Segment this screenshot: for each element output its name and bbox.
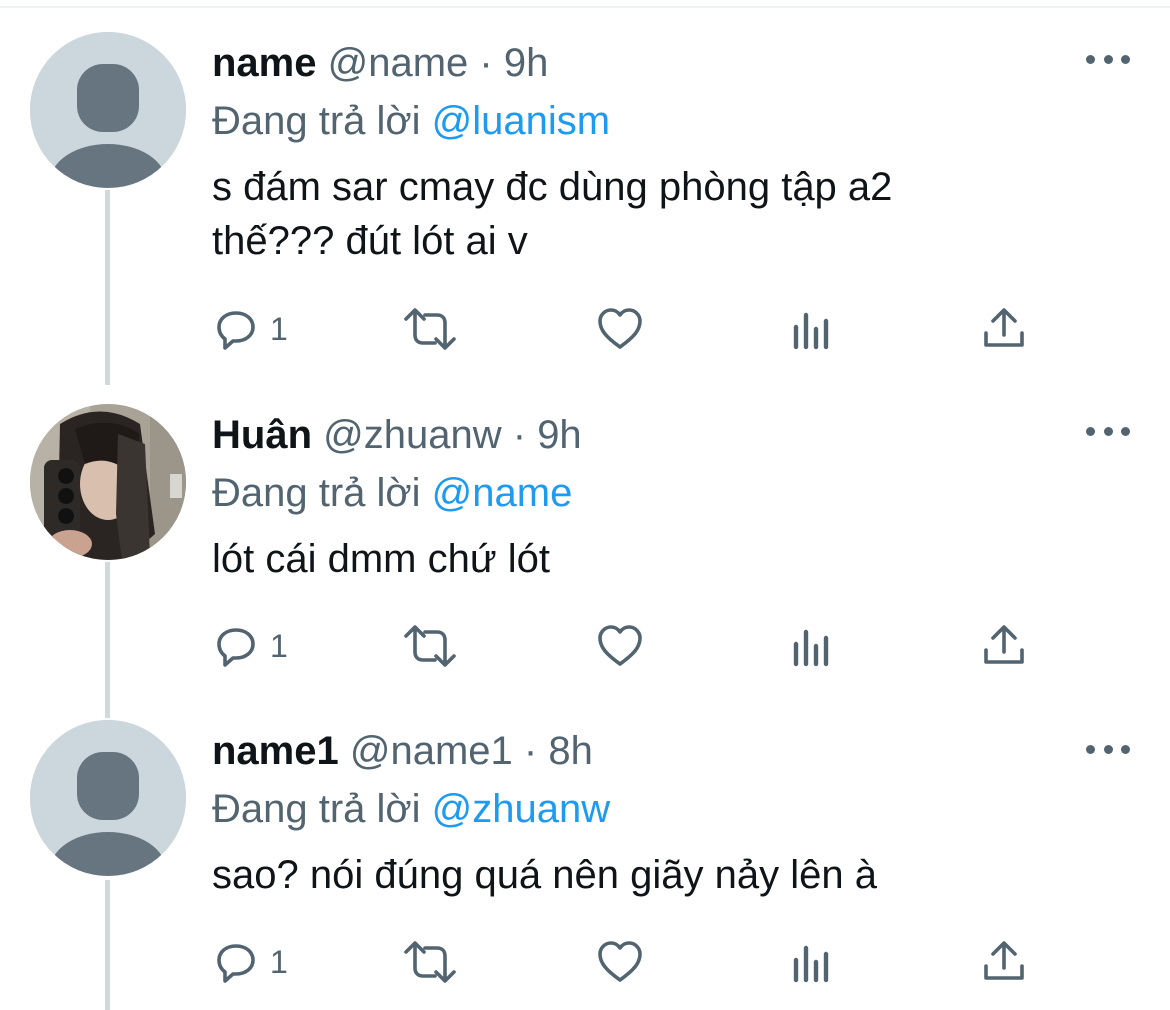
heart-icon [598,308,642,349]
retweet-icon [404,625,456,667]
mention-link[interactable]: @zhuanw [432,787,610,831]
replying-to: Đang trả lời @zhuanw [212,782,1112,836]
more-button[interactable] [1086,734,1130,764]
retweet-button[interactable] [400,934,460,990]
tweet-text: s đám sar cmay đc dùng phòng tập a2 thế?… [212,165,893,263]
reply-button[interactable]: 1 [212,934,288,990]
reply-icon [217,311,255,350]
tweet-content: name @name · 9h Đang trả lời @luanism s … [212,32,1112,268]
more-button[interactable] [1086,416,1130,446]
top-divider [0,6,1170,8]
reply-count: 1 [270,627,288,664]
reply-button[interactable]: 1 [212,618,288,674]
avatar[interactable] [30,720,186,876]
share-icon [984,625,1024,664]
retweet-icon [404,941,456,983]
share-icon [984,308,1024,347]
tweet-text: sao? nói đúng quá nên giãy nảy lên à [212,853,877,897]
replying-to: Đang trả lời @name [212,466,1112,520]
tweet-content: name1 @name1 · 8h Đang trả lời @zhuanw s… [212,720,1112,902]
default-avatar-icon [30,720,186,876]
tweet-header: name1 @name1 · 8h [212,720,1112,782]
separator-dot: · [512,413,527,457]
share-button[interactable] [980,301,1028,357]
more-icon [1086,54,1095,64]
heart-icon [598,625,642,666]
views-button[interactable] [790,618,834,674]
separator-dot: · [479,41,493,85]
replying-to-label: Đang trả lời [212,787,421,831]
tweet-actions: 1 [212,618,1112,674]
tweet-content: Huân @zhuanw · 9h Đang trả lời @name lót… [212,404,1112,586]
analytics-icon [793,945,829,983]
user-handle[interactable]: @name [328,41,469,85]
share-button[interactable] [980,934,1028,990]
reply-icon [217,628,255,667]
replying-to-label: Đang trả lời [212,99,421,143]
separator-dot: · [523,729,538,773]
heart-icon [598,941,642,982]
display-name[interactable]: name [212,41,317,85]
replying-to: Đang trả lời @luanism [212,94,1112,148]
retweet-button[interactable] [400,618,460,674]
default-avatar-icon [30,32,186,188]
views-button[interactable] [790,301,834,357]
reply-button[interactable]: 1 [212,301,288,357]
tweet-header: Huân @zhuanw · 9h [212,404,1112,466]
reply-icon [217,944,255,983]
user-handle[interactable]: @zhuanw [323,413,501,457]
tweet-actions: 1 [212,934,1112,990]
tweet-actions: 1 [212,301,1112,357]
tweet-header: name @name · 9h [212,32,1112,94]
display-name[interactable]: Huân [212,413,312,457]
analytics-icon [793,629,829,667]
share-icon [984,941,1024,980]
user-handle[interactable]: @name1 [350,729,513,773]
share-button[interactable] [980,618,1028,674]
tweet-text: lót cái dmm chứ lót [212,537,550,581]
display-name[interactable]: name1 [212,729,339,773]
profile-photo [30,404,186,560]
more-icon [1086,426,1095,436]
timestamp[interactable]: 9h [504,41,549,85]
like-button[interactable] [596,934,644,990]
more-icon [1086,744,1095,754]
analytics-icon [793,312,829,350]
mention-link[interactable]: @name [432,471,573,515]
reply-count: 1 [270,943,288,980]
retweet-button[interactable] [400,301,460,357]
timestamp[interactable]: 9h [537,413,582,457]
mention-link[interactable]: @luanism [432,99,610,143]
replying-to-label: Đang trả lời [212,471,421,515]
like-button[interactable] [596,301,644,357]
avatar[interactable] [30,32,186,188]
timestamp[interactable]: 8h [548,729,593,773]
more-button[interactable] [1086,44,1130,74]
avatar[interactable] [30,404,186,560]
retweet-icon [404,308,456,350]
reply-count: 1 [270,310,288,347]
views-button[interactable] [790,934,834,990]
like-button[interactable] [596,618,644,674]
